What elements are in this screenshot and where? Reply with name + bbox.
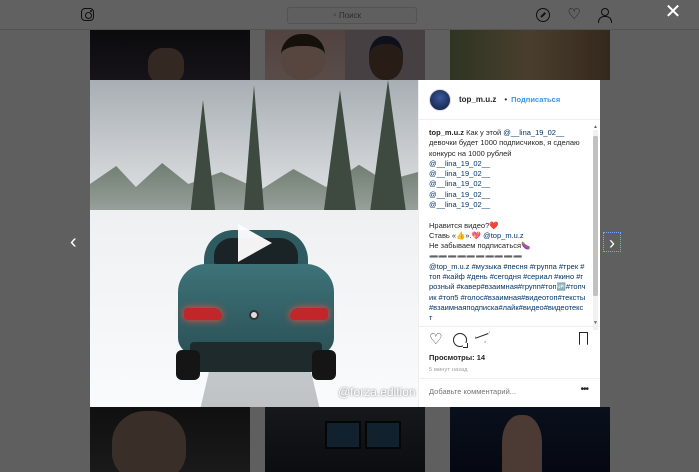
next-post-arrow-icon[interactable]: › (603, 232, 621, 253)
caption-mention[interactable]: @__lina_19_02__ (429, 179, 490, 188)
caption-text: ➖➖➖➖➖➖➖➖➖➖ (429, 251, 523, 261)
comment-input[interactable] (429, 386, 569, 396)
video-watermark: @forza.edition (338, 385, 416, 399)
caption-line: Не забываем подписаться🍆 (429, 241, 586, 251)
caption-mention[interactable]: @__lina_19_02__ (429, 190, 490, 199)
post-username[interactable]: top_m.u.z (459, 95, 496, 104)
share-icon[interactable] (475, 332, 493, 351)
post-sidebar: top_m.u.z • Подписаться top_m.u.z Как у … (418, 80, 600, 407)
caption-line: @__lina_19_02__ (429, 159, 586, 169)
separator-dot: • (504, 95, 508, 104)
post-video[interactable]: @forza.edition (90, 80, 418, 407)
caption-text: Как у этой (464, 128, 504, 137)
caption-text: Ставь «👍».💖 (429, 230, 484, 240)
caption-mention[interactable]: @__lina_19_02__ (429, 159, 490, 168)
post-modal: @forza.edition top_m.u.z • Подписаться t… (90, 80, 600, 407)
more-options-icon[interactable]: ••• (580, 385, 588, 395)
caption-line: Ставь «👍».💖 @top_m.u.z (429, 231, 586, 241)
post-timestamp[interactable]: 5 минут назад (419, 364, 600, 378)
caption-line: @__lina_19_02__ (429, 200, 586, 210)
post-actions: ♡ (419, 326, 600, 352)
follow-button[interactable]: Подписаться (511, 95, 560, 104)
caption-hashtags[interactable]: @top_m.u.z #музыка #песня #группа #трек … (429, 262, 586, 322)
caption-line: @top_m.u.z #музыка #песня #группа #трек … (429, 262, 586, 324)
caption-text: девочки будет 1000 подписчиков, я сделаю… (429, 138, 580, 158)
view-count[interactable]: Просмотры: 14 (419, 352, 600, 364)
caption-mention[interactable]: @__lina_19_02__ (503, 128, 564, 137)
avatar[interactable] (429, 88, 451, 111)
comment-bar: ••• (419, 378, 600, 403)
caption-text: Не забываем подписаться🍆 (429, 241, 531, 251)
bookmark-icon[interactable] (579, 332, 588, 345)
previous-post-arrow-icon[interactable]: ‹ (70, 232, 84, 252)
caption-line: top_m.u.z Как у этой @__lina_19_02__ дев… (429, 128, 586, 159)
play-icon[interactable] (238, 224, 272, 262)
like-heart-icon[interactable]: ♡ (429, 332, 443, 347)
caption-line: ➖➖➖➖➖➖➖➖➖➖ (429, 252, 586, 262)
caption-line: @__lina_19_02__ (429, 179, 586, 189)
post-caption: top_m.u.z Как у этой @__lina_19_02__ дев… (419, 120, 600, 326)
caption-line: @__lina_19_02__ (429, 169, 586, 179)
post-header: top_m.u.z • Подписаться (419, 80, 600, 120)
caption-username[interactable]: top_m.u.z (429, 128, 464, 137)
caption-mention[interactable]: @__lina_19_02__ (429, 169, 490, 178)
caption-text: Нравится видео?❤️ (429, 220, 499, 230)
caption-mention[interactable]: @top_m.u.z (483, 231, 524, 240)
caption-scrollbar-thumb[interactable] (593, 136, 598, 296)
caption-mention[interactable]: @__lina_19_02__ (429, 200, 490, 209)
close-icon[interactable]: ✕ (664, 2, 682, 22)
caption-line: @__lina_19_02__ (429, 190, 586, 200)
comment-icon[interactable] (453, 332, 468, 348)
caption-line (429, 210, 586, 220)
caption-line: Нравится видео?❤️ (429, 221, 586, 231)
